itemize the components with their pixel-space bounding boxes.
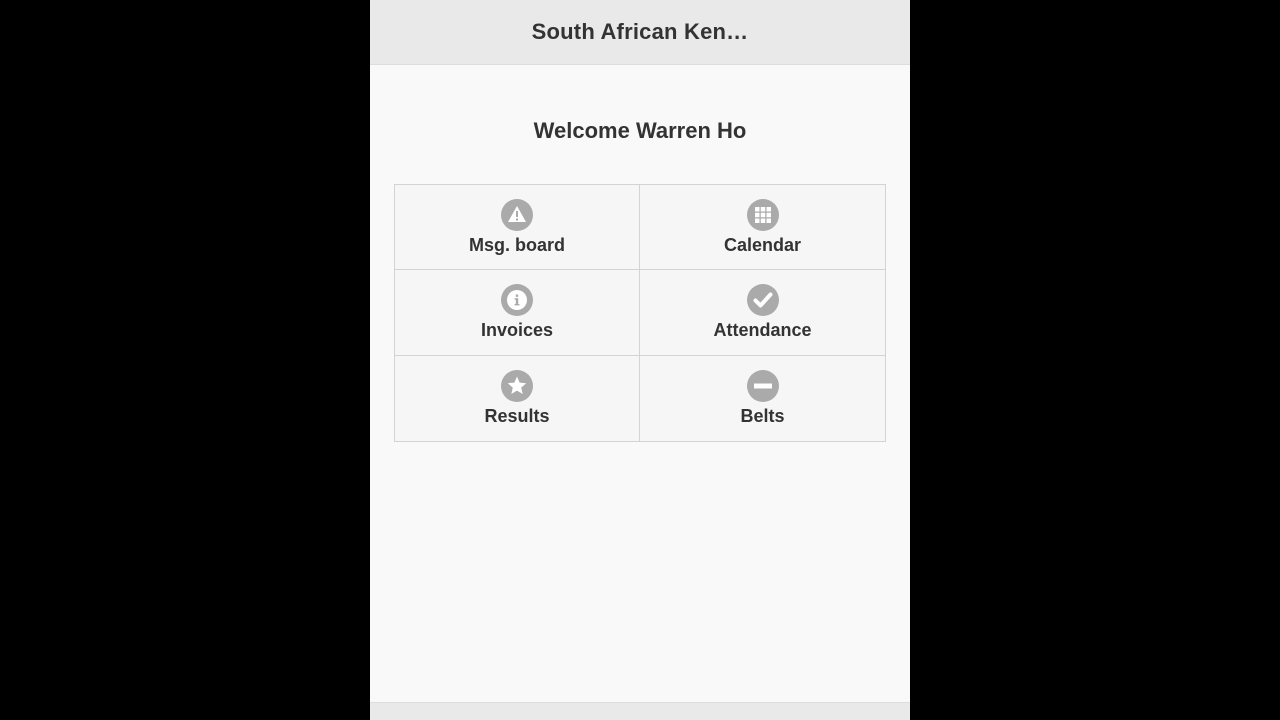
header-bar: South African Ken… [370, 0, 910, 65]
menu-grid: Msg. board Calendar Invoices Attendance … [394, 184, 886, 442]
menu-item-belts[interactable]: Belts [640, 355, 885, 441]
menu-item-label: Calendar [723, 235, 802, 256]
menu-item-attendance[interactable]: Attendance [640, 270, 885, 356]
menu-item-results[interactable]: Results [395, 355, 640, 441]
welcome-message: Welcome Warren Ho [533, 118, 747, 143]
menu-item-msg-board[interactable]: Msg. board [395, 185, 640, 271]
footer-bar [370, 702, 910, 720]
star-icon [501, 370, 533, 403]
info-icon [501, 284, 533, 317]
menu-item-invoices[interactable]: Invoices [395, 270, 640, 356]
page-title: South African Ken… [531, 19, 749, 44]
minus-icon [746, 370, 779, 403]
menu-item-label: Results [484, 406, 550, 427]
menu-item-label: Invoices [480, 320, 554, 341]
menu-item-label: Belts [740, 406, 785, 427]
menu-item-label: Attendance [713, 320, 812, 341]
app-screen: South African Ken… Welcome Warren Ho Msg… [370, 0, 910, 720]
alert-icon [501, 199, 533, 232]
menu-item-calendar[interactable]: Calendar [640, 185, 885, 271]
grid-icon [746, 199, 779, 232]
menu-item-label: Msg. board [468, 235, 565, 256]
check-icon [746, 284, 779, 317]
